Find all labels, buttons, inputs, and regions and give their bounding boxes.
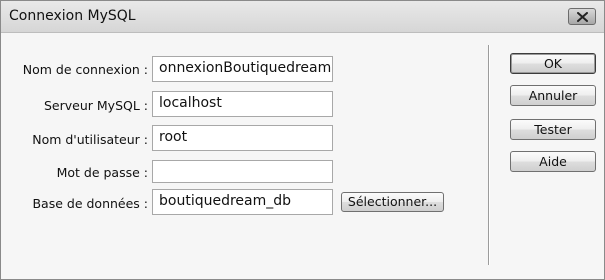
connection-name-label: Nom de connexion : <box>22 62 148 77</box>
title-bar: Connexion MySQL <box>1 1 604 33</box>
username-label: Nom d'utilisateur : <box>32 132 148 147</box>
username-input[interactable]: root <box>152 125 333 151</box>
dialog-title: Connexion MySQL <box>9 8 136 24</box>
select-database-button[interactable]: Sélectionner... <box>341 192 444 212</box>
ok-button[interactable]: OK <box>510 53 596 74</box>
mysql-server-input[interactable]: localhost <box>152 91 333 117</box>
test-button[interactable]: Tester <box>510 119 596 140</box>
database-input[interactable]: boutiquedream_db <box>152 189 333 215</box>
password-input[interactable] <box>152 160 333 183</box>
close-button[interactable] <box>568 8 596 25</box>
close-icon <box>577 12 588 22</box>
connection-name-input[interactable]: onnexionBoutiquedream <box>152 56 333 82</box>
separator <box>488 45 490 265</box>
database-label: Base de données : <box>32 196 148 211</box>
password-label: Mot de passe : <box>56 165 148 180</box>
help-button[interactable]: Aide <box>510 151 596 172</box>
mysql-server-label: Serveur MySQL : <box>44 98 148 113</box>
mysql-connection-dialog: Connexion MySQL Nom de connexion : onnex… <box>0 0 605 280</box>
cancel-button[interactable]: Annuler <box>510 85 596 106</box>
